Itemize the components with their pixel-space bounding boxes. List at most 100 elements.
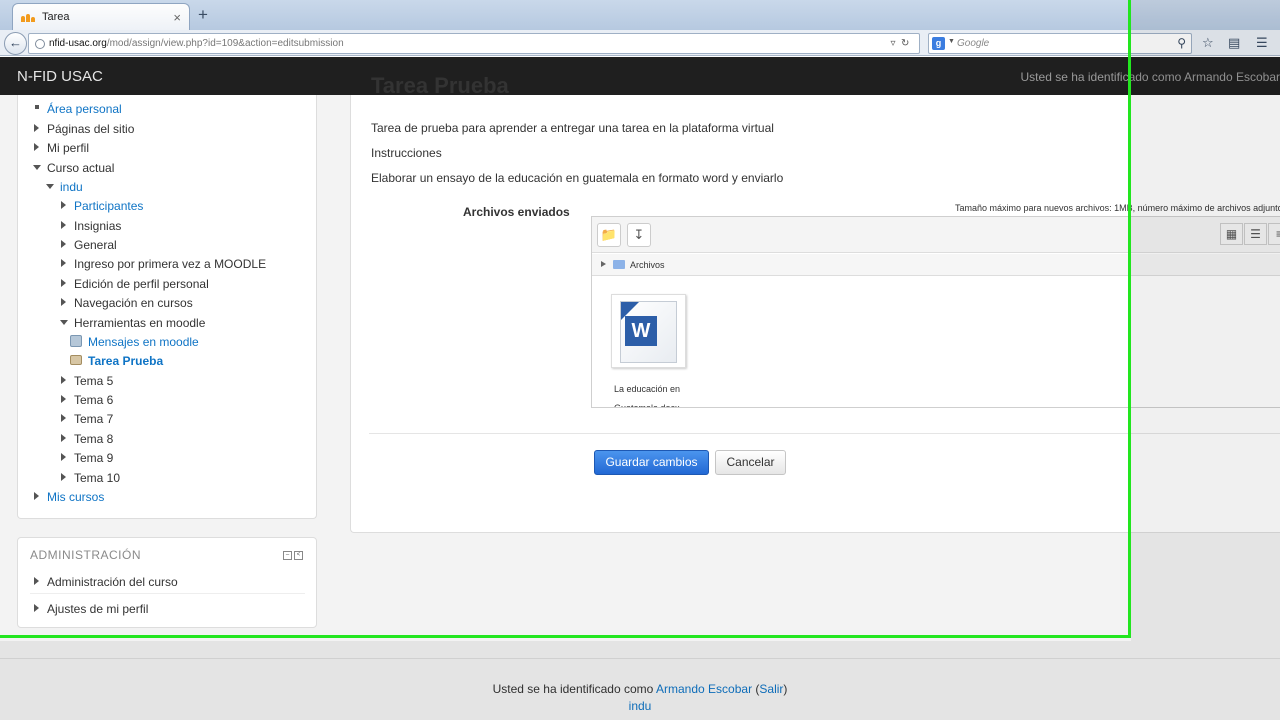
nav-item-mi-perfil[interactable]: Mi perfil bbox=[34, 141, 89, 155]
expand-arrow-icon[interactable] bbox=[601, 261, 606, 267]
download-icon[interactable]: ↧ bbox=[627, 223, 651, 247]
footer-user-link[interactable]: Armando Escobar bbox=[656, 682, 752, 696]
nav-item-tema-10[interactable]: Tema 10 bbox=[61, 471, 121, 485]
forum-icon bbox=[70, 335, 82, 347]
instructions-text: Elaborar un ensayo de la educación en gu… bbox=[371, 171, 784, 185]
footer-course-link[interactable]: indu bbox=[629, 699, 652, 713]
block-controls: – < bbox=[283, 551, 303, 560]
google-icon[interactable]: g bbox=[932, 37, 945, 50]
create-folder-icon[interactable]: 📁 bbox=[597, 223, 621, 247]
nav-item-tema-8[interactable]: Tema 8 bbox=[61, 432, 114, 446]
nav-item-tarea-prueba[interactable]: Tarea Prueba bbox=[70, 354, 164, 368]
page-title: Tarea Prueba bbox=[371, 73, 509, 98]
nav-item-tema-6[interactable]: Tema 6 bbox=[61, 393, 113, 407]
nav-label: Páginas del sitio bbox=[47, 122, 135, 136]
collapse-arrow-icon bbox=[60, 320, 68, 325]
nav-label: Tema 10 bbox=[74, 471, 121, 485]
expand-arrow-icon bbox=[61, 259, 66, 267]
list-view-icon[interactable]: ☰ bbox=[1244, 223, 1267, 245]
nav-item-area-personal[interactable]: Área personal bbox=[35, 102, 122, 116]
file-thumbnail[interactable]: W bbox=[611, 294, 686, 368]
navigation-block: Área personal Páginas del sitio Mi perfi… bbox=[17, 95, 317, 519]
form-divider bbox=[369, 433, 1280, 434]
search-placeholder: Google bbox=[957, 38, 990, 49]
folder-icon bbox=[613, 260, 625, 269]
path-folder-label[interactable]: Archivos bbox=[630, 260, 665, 270]
assignment-icon bbox=[70, 355, 82, 365]
nav-label: Tema 7 bbox=[74, 412, 114, 426]
nav-label: Tarea Prueba bbox=[88, 354, 164, 368]
expand-arrow-icon bbox=[61, 376, 66, 384]
file-name-continued: Guatemala.docx bbox=[614, 403, 680, 407]
admin-title: ADMINISTRACIÓN bbox=[30, 548, 142, 562]
icon-view-icon[interactable]: ▦ bbox=[1220, 223, 1243, 245]
nav-label: indu bbox=[60, 180, 83, 194]
nav-label: Edición de perfil personal bbox=[74, 277, 209, 291]
expand-arrow-icon bbox=[61, 414, 66, 422]
nav-item-participantes[interactable]: Participantes bbox=[61, 199, 143, 213]
nav-item-ingreso-moodle[interactable]: Ingreso por primera vez a MOODLE bbox=[61, 257, 266, 271]
page-content: Área personal Páginas del sitio Mi perfi… bbox=[0, 73, 1280, 720]
site-brand[interactable]: N-FID USAC bbox=[17, 68, 103, 85]
expand-arrow-icon bbox=[61, 434, 66, 442]
nav-item-edicion-perfil[interactable]: Edición de perfil personal bbox=[61, 277, 209, 291]
file-name[interactable]: La educación en bbox=[614, 384, 680, 394]
login-info: Usted se ha identificado como Armando Es… bbox=[1020, 70, 1280, 84]
menu-icon[interactable]: ☰ bbox=[1256, 35, 1268, 51]
expand-arrow-icon bbox=[61, 221, 66, 229]
nav-label: Herramientas en moodle bbox=[74, 316, 206, 330]
admin-item-ajustes-perfil[interactable]: Ajustes de mi perfil bbox=[34, 602, 149, 616]
nav-label: Tema 8 bbox=[74, 432, 114, 446]
tab-title: Tarea bbox=[42, 11, 70, 23]
nav-item-navegacion-cursos[interactable]: Navegación en cursos bbox=[61, 296, 193, 310]
url-bar[interactable]: nfid-usac.org/mod/assign/view.php?id=109… bbox=[28, 33, 920, 54]
nav-item-paginas-sitio[interactable]: Páginas del sitio bbox=[34, 122, 135, 136]
nav-item-general[interactable]: General bbox=[61, 238, 117, 252]
cancel-button[interactable]: Cancelar bbox=[715, 450, 786, 475]
bookmarks-icon[interactable]: ▤ bbox=[1228, 35, 1240, 51]
save-changes-button[interactable]: Guardar cambios bbox=[594, 450, 709, 475]
chevron-down-icon[interactable]: ▼ bbox=[948, 38, 955, 45]
reload-icon[interactable]: ▿ ↻ bbox=[890, 34, 915, 53]
back-button[interactable]: ← bbox=[4, 32, 27, 55]
nav-label: General bbox=[74, 238, 117, 252]
dock-icon[interactable]: < bbox=[294, 551, 303, 560]
minimize-icon[interactable]: – bbox=[283, 551, 292, 560]
admin-label: Ajustes de mi perfil bbox=[47, 602, 149, 616]
nav-item-mensajes[interactable]: Mensajes en moodle bbox=[70, 335, 199, 349]
moodle-favicon-icon bbox=[21, 12, 35, 22]
search-bar[interactable]: g ▼ Google ⚲ bbox=[928, 33, 1192, 54]
logout-link[interactable]: Salir bbox=[759, 682, 783, 696]
footer-course: indu bbox=[0, 699, 1280, 713]
footer-prefix: Usted se ha identificado como bbox=[492, 682, 654, 696]
globe-icon bbox=[35, 39, 45, 49]
nav-item-tema-5[interactable]: Tema 5 bbox=[61, 374, 113, 388]
close-tab-icon[interactable]: × bbox=[173, 10, 181, 25]
expand-arrow-icon bbox=[61, 240, 66, 248]
nav-item-indu[interactable]: indu bbox=[46, 180, 83, 194]
expand-arrow-icon bbox=[61, 298, 66, 306]
admin-item-administracion-curso[interactable]: Administración del curso bbox=[34, 575, 178, 589]
tree-view-icon[interactable]: ≡ bbox=[1268, 223, 1280, 245]
search-icon[interactable]: ⚲ bbox=[1177, 36, 1186, 50]
nav-item-tema-7[interactable]: Tema 7 bbox=[61, 412, 114, 426]
mouse-cursor-icon bbox=[700, 473, 718, 491]
nav-item-tema-9[interactable]: Tema 9 bbox=[61, 451, 113, 465]
file-manager-toolbar: 📁 ↧ ▦ ☰ ≡ bbox=[592, 217, 1280, 253]
collapse-arrow-icon bbox=[46, 184, 54, 189]
instructions-label: Instrucciones bbox=[371, 146, 442, 160]
expand-arrow-icon bbox=[34, 577, 39, 585]
nav-item-mis-cursos[interactable]: Mis cursos bbox=[34, 490, 104, 504]
collapse-arrow-icon bbox=[33, 165, 41, 170]
star-icon[interactable]: ☆ bbox=[1202, 35, 1214, 51]
administration-block: ADMINISTRACIÓN – < Administración del cu… bbox=[17, 537, 317, 628]
new-tab-icon[interactable]: + bbox=[198, 5, 208, 25]
expand-arrow-icon bbox=[61, 453, 66, 461]
nav-item-insignias[interactable]: Insignias bbox=[61, 219, 121, 233]
word-document-icon: W bbox=[620, 301, 677, 363]
browser-tab[interactable]: Tarea × bbox=[12, 3, 190, 30]
nav-item-curso-actual[interactable]: Curso actual bbox=[33, 161, 114, 175]
expand-arrow-icon bbox=[61, 279, 66, 287]
files-label: Archivos enviados bbox=[463, 205, 570, 219]
nav-item-herramientas[interactable]: Herramientas en moodle bbox=[60, 316, 206, 330]
